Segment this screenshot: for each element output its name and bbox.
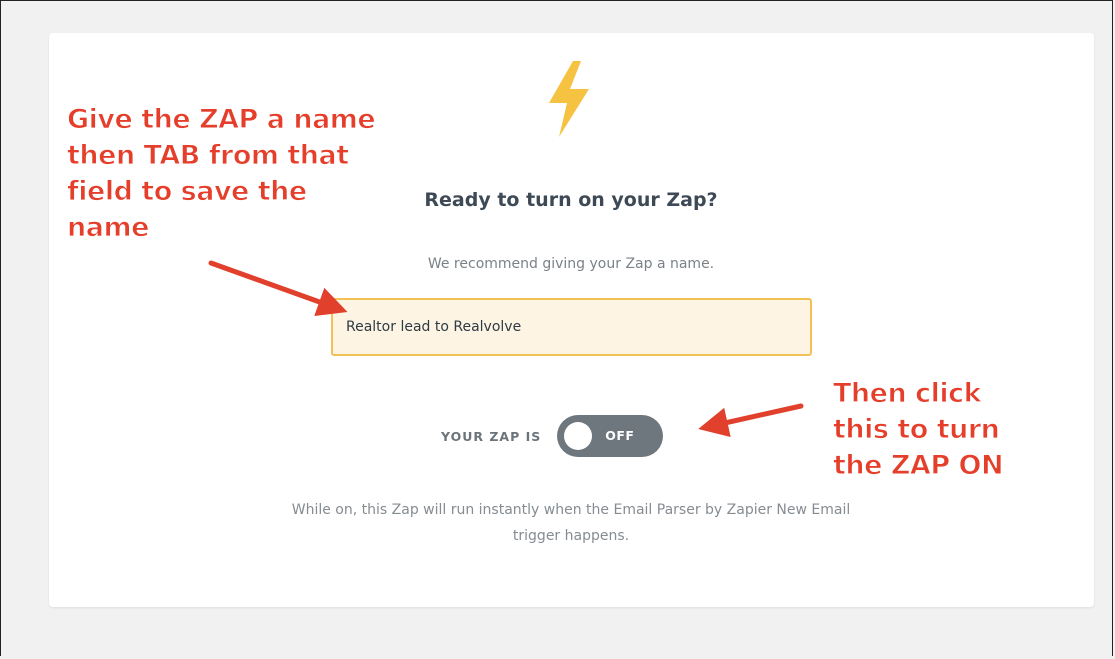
annotation-toggle-instruction: Then click this to turn the ZAP ON bbox=[833, 376, 1083, 484]
toggle-state-text: OFF bbox=[605, 428, 635, 443]
annotation-line: this to turn bbox=[833, 414, 1001, 446]
annotation-line: name bbox=[67, 212, 150, 244]
toggle-knob bbox=[564, 422, 593, 450]
zap-run-description: While on, this Zap will run instantly wh… bbox=[291, 502, 851, 544]
lightning-bolt-icon bbox=[549, 61, 589, 137]
name-recommendation-text: We recommend giving your Zap a name. bbox=[427, 256, 715, 272]
annotation-line: field to save the bbox=[67, 176, 308, 208]
zap-name-input[interactable] bbox=[331, 298, 812, 356]
zap-on-off-toggle[interactable]: OFF bbox=[557, 415, 664, 457]
annotation-line: then TAB from that bbox=[67, 140, 350, 172]
annotation-line: Give the ZAP a name bbox=[67, 104, 377, 136]
annotation-line: the ZAP ON bbox=[833, 450, 1005, 482]
screenshot-frame: Ready to turn on your Zap? We recommend … bbox=[0, 0, 1113, 656]
annotation-line: Then click bbox=[833, 378, 983, 410]
zap-status-row: YOUR ZAP IS OFF bbox=[441, 415, 664, 457]
zap-status-label: YOUR ZAP IS bbox=[441, 428, 542, 444]
annotation-name-instruction: Give the ZAP a name then TAB from that f… bbox=[67, 102, 427, 246]
